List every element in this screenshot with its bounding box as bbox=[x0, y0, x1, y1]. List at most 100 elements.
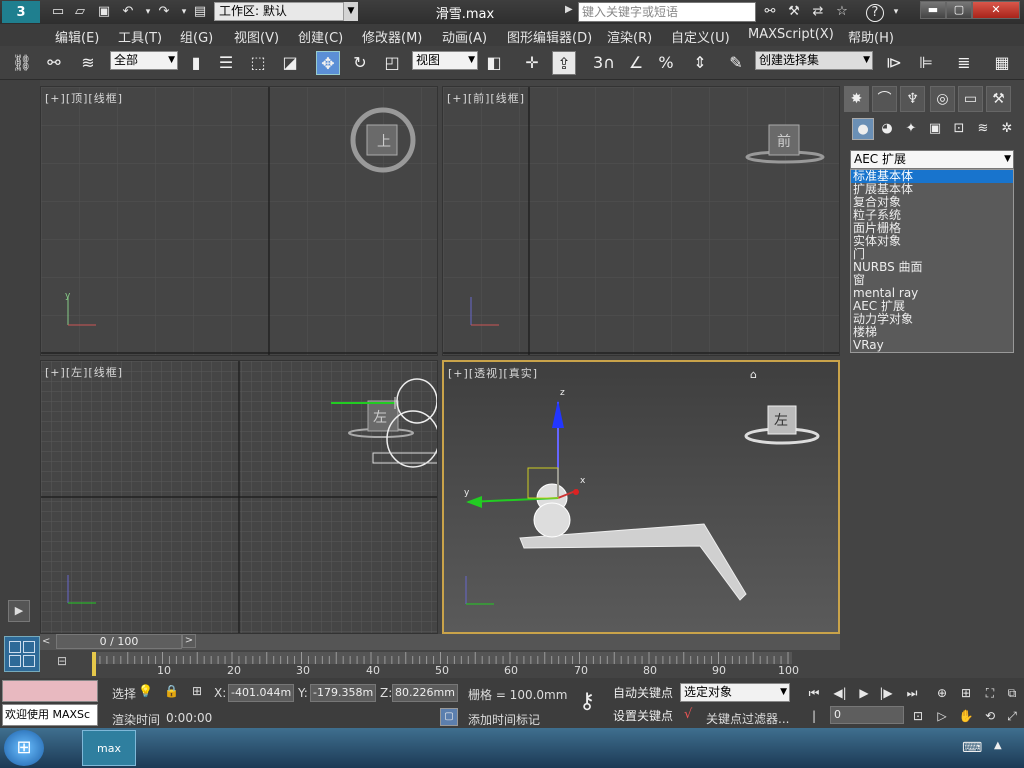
tray-expand-icon[interactable]: ▲ bbox=[994, 740, 1002, 751]
viewcube-face-label[interactable]: 左 bbox=[373, 407, 387, 427]
menu-group[interactable]: 组(G) bbox=[180, 27, 213, 46]
z-coord-spinner[interactable]: 80.226mm bbox=[392, 684, 458, 702]
play-icon[interactable]: ▶ bbox=[854, 684, 874, 702]
category-option[interactable]: VRay bbox=[851, 339, 1013, 352]
menu-rendering[interactable]: 渲染(R) bbox=[607, 27, 652, 46]
layer-manager-icon[interactable]: ≣ bbox=[952, 51, 976, 75]
snaps-toggle-icon[interactable]: 3∩ bbox=[592, 51, 616, 75]
viewport-perspective[interactable]: 左 z y x ⌂ [+][透视][真实] bbox=[442, 360, 840, 634]
select-object-icon[interactable]: ▮ bbox=[184, 51, 208, 75]
menu-customize[interactable]: 自定义(U) bbox=[671, 27, 730, 46]
viewport-label[interactable]: [+][前][线框] bbox=[447, 90, 525, 106]
redo-icon[interactable]: ↷ bbox=[156, 4, 172, 20]
zoom-extents-all-icon[interactable]: ⧉ bbox=[1002, 684, 1022, 702]
select-rotate-icon[interactable]: ↻ bbox=[348, 51, 372, 75]
zoom-all-icon[interactable]: ⊞ bbox=[956, 684, 976, 702]
category-option[interactable]: 实体对象 bbox=[851, 235, 1013, 248]
track-scale[interactable]: 10 20 30 40 50 60 70 80 90 100 bbox=[92, 652, 799, 678]
previous-frame-icon[interactable]: ◀| bbox=[830, 684, 850, 702]
go-to-start-icon[interactable]: ⏮ bbox=[804, 684, 824, 702]
category-option[interactable]: NURBS 曲面 bbox=[851, 261, 1013, 274]
viewport-shading[interactable]: [线框] bbox=[88, 92, 123, 105]
expand-panel-button[interactable]: ▶ bbox=[8, 600, 30, 622]
align-icon[interactable]: ⊫ bbox=[914, 51, 938, 75]
shapes-icon[interactable]: ◕ bbox=[876, 118, 898, 140]
viewport-left[interactable]: 左 [+][左][线框] bbox=[40, 360, 438, 634]
key-icon[interactable]: ⚷ bbox=[568, 684, 606, 722]
key-filters-button[interactable]: 关键点过滤器... bbox=[706, 710, 789, 727]
maxscript-listener-mini[interactable] bbox=[2, 680, 98, 702]
time-slider-next-icon[interactable]: > bbox=[182, 634, 196, 648]
auto-key-button[interactable]: 自动关键点 bbox=[610, 683, 676, 703]
set-key-button[interactable]: 设置关键点 bbox=[610, 706, 676, 726]
selection-filter-dropdown[interactable]: 全部 ▼ bbox=[110, 51, 178, 70]
zoom-icon[interactable]: ⊕ bbox=[932, 684, 952, 702]
maxscript-prompt[interactable]: 欢迎使用 MAXSc bbox=[2, 704, 98, 726]
viewport-name[interactable]: [透视] bbox=[469, 367, 504, 380]
unlink-icon[interactable]: ⚯ bbox=[42, 51, 66, 75]
modify-tab-icon[interactable]: ⌒ bbox=[872, 86, 897, 112]
pan-view-icon[interactable]: ✋ bbox=[956, 707, 976, 725]
viewcube-face-label[interactable]: 左 bbox=[774, 410, 788, 430]
redo-dropdown-icon[interactable]: ▾ bbox=[176, 4, 192, 20]
keyboard-shortcut-override-icon[interactable]: ⇪ bbox=[552, 51, 576, 75]
viewport-label[interactable]: [+][顶][线框] bbox=[45, 90, 123, 106]
orbit-icon[interactable]: ⟲ bbox=[980, 707, 1000, 725]
chevron-down-icon[interactable]: ▼ bbox=[344, 2, 358, 21]
keyboard-tray-icon[interactable]: ⌨ bbox=[962, 740, 982, 756]
lights-icon[interactable]: ✦ bbox=[900, 118, 922, 140]
key-filters-icon[interactable]: √ bbox=[684, 707, 702, 722]
manipulate-icon[interactable]: ✛ bbox=[520, 51, 544, 75]
y-coord-spinner[interactable]: -179.358m bbox=[310, 684, 376, 702]
viewport-label[interactable]: [+][透视][真实] bbox=[448, 365, 538, 381]
undo-icon[interactable]: ↶ bbox=[120, 4, 136, 20]
reference-coordinate-dropdown[interactable]: 视图 ▼ bbox=[412, 51, 478, 70]
taskbar-3dsmax-button[interactable]: max bbox=[82, 730, 136, 766]
spinner-snap-icon[interactable]: ⇕ bbox=[688, 51, 712, 75]
close-button[interactable]: ✕ bbox=[972, 1, 1020, 19]
cameras-icon[interactable]: ▣ bbox=[924, 118, 946, 140]
bind-space-warp-icon[interactable]: ≋ bbox=[76, 51, 100, 75]
open-icon[interactable]: ▱ bbox=[72, 4, 88, 20]
time-tag-icon[interactable]: ▢ bbox=[440, 708, 458, 726]
workspace-dropdown[interactable]: 工作区: 默认 bbox=[214, 2, 344, 21]
window-crossing-icon[interactable]: ◪ bbox=[278, 51, 302, 75]
key-selection-dropdown[interactable]: 选定对象 ▼ bbox=[680, 683, 790, 702]
menu-animation[interactable]: 动画(A) bbox=[442, 27, 487, 46]
save-icon[interactable]: ▣ bbox=[96, 4, 112, 20]
isolate-selection-icon[interactable]: 💡 bbox=[138, 684, 153, 698]
viewport-name[interactable]: [左] bbox=[66, 366, 89, 379]
subscription-icon[interactable]: ⚒ bbox=[786, 4, 802, 20]
viewcube-face-label[interactable]: 前 bbox=[777, 131, 791, 151]
key-mode-toggle-icon[interactable]: |◀▶| bbox=[804, 707, 827, 741]
viewport-label[interactable]: [+][左][线框] bbox=[45, 364, 123, 380]
current-frame-spinner[interactable]: 0 bbox=[830, 706, 904, 724]
lock-selection-icon[interactable]: 🔒 bbox=[164, 684, 179, 698]
viewport-name[interactable]: [前] bbox=[468, 92, 491, 105]
menu-create[interactable]: 创建(C) bbox=[298, 27, 343, 46]
space-warps-icon[interactable]: ≋ bbox=[972, 118, 994, 140]
maximize-button[interactable]: ▢ bbox=[946, 1, 972, 19]
search-expand-icon[interactable]: ▶ bbox=[565, 4, 577, 20]
create-tab-icon[interactable]: ✸ bbox=[844, 86, 869, 112]
viewport-front[interactable]: 前 [+][前][线框] bbox=[442, 86, 840, 356]
menu-graph-editors[interactable]: 图形编辑器(D) bbox=[507, 27, 592, 46]
menu-maxscript[interactable]: MAXScript(X) bbox=[748, 27, 834, 42]
display-tab-icon[interactable]: ▭ bbox=[958, 86, 983, 112]
graphite-toolbar-icon[interactable]: ▦ bbox=[990, 51, 1014, 75]
viewport-top[interactable]: 上 y [+][顶][线框] bbox=[40, 86, 438, 356]
communication-center-icon[interactable]: ⇄ bbox=[810, 4, 826, 20]
rectangular-selection-icon[interactable]: ⬚ bbox=[246, 51, 270, 75]
menu-tools[interactable]: 工具(T) bbox=[118, 27, 162, 46]
maximize-viewport-icon[interactable]: ⤢ bbox=[1002, 707, 1022, 725]
viewport-plus-menu[interactable]: [+] bbox=[448, 367, 469, 380]
project-folder-icon[interactable]: ▤ bbox=[192, 4, 208, 20]
menu-edit[interactable]: 编辑(E) bbox=[55, 27, 99, 46]
next-frame-icon[interactable]: |▶ bbox=[876, 684, 896, 702]
edit-named-selection-icon[interactable]: ✎ bbox=[724, 51, 748, 75]
helpers-icon[interactable]: ⊡ bbox=[948, 118, 970, 140]
select-by-name-icon[interactable]: ☰ bbox=[214, 51, 238, 75]
viewport-layout-icon[interactable] bbox=[4, 636, 40, 672]
absolute-mode-icon[interactable]: ⊞ bbox=[192, 684, 208, 698]
undo-dropdown-icon[interactable]: ▾ bbox=[140, 4, 156, 20]
